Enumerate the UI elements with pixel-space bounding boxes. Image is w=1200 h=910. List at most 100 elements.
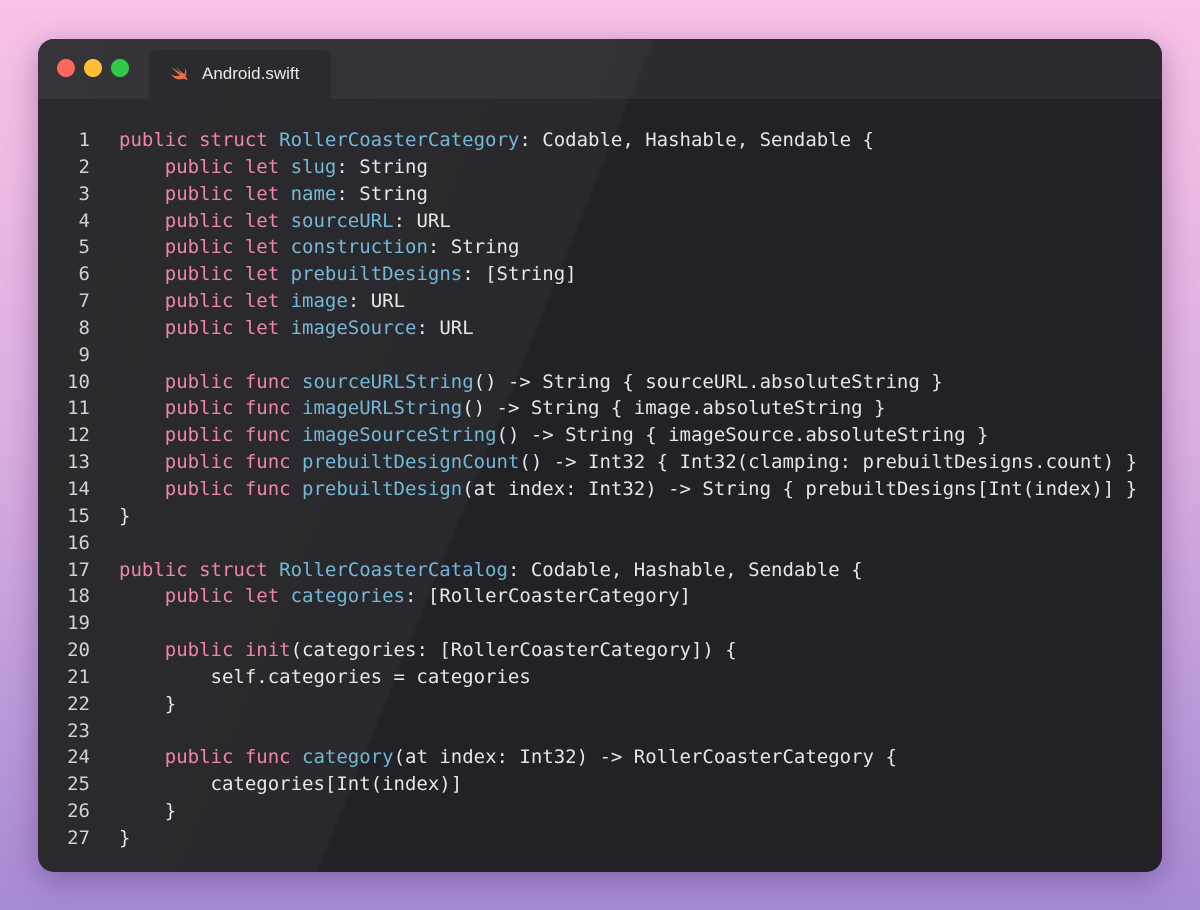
plain-token: () -> String { image.absoluteString } [462, 397, 886, 420]
plain-token: (at index: Int32) -> String { prebuiltDe… [462, 477, 1138, 500]
identifier-token: sourceURL [290, 209, 394, 232]
code-line: 6 public let prebuiltDesigns: [String] [38, 261, 1162, 288]
code-text: public struct RollerCoasterCategory: Cod… [119, 127, 874, 154]
line-number: 11 [67, 397, 90, 420]
identifier-token: prebuiltDesignCount [302, 451, 520, 474]
keyword-token: public let [164, 155, 291, 178]
plain-token: } [119, 826, 131, 849]
code-text: public let slug: String [119, 154, 428, 181]
line-number: 7 [78, 290, 90, 313]
line-number: 16 [67, 531, 90, 554]
line-number: 4 [78, 209, 90, 232]
identifier-token: construction [290, 236, 428, 259]
code-line: 24 public func category(at index: Int32)… [38, 744, 1162, 771]
keyword-token: public func [164, 424, 303, 447]
code-line: 22 } [38, 691, 1162, 718]
identifier-token: prebuiltDesign [302, 477, 463, 500]
line-number: 19 [67, 612, 90, 635]
close-window-button[interactable] [57, 59, 75, 77]
line-number: 25 [67, 773, 90, 796]
code-line: 19 [38, 610, 1162, 637]
code-line: 7 public let image: URL [38, 288, 1162, 315]
minimize-window-button[interactable] [84, 59, 102, 77]
code-line: 11 public func imageURLString() -> Strin… [38, 395, 1162, 422]
line-number: 15 [67, 504, 90, 527]
code-line: 1 public struct RollerCoasterCategory: Co… [38, 127, 1162, 154]
line-number: 17 [67, 558, 90, 581]
code-line: 13 public func prebuiltDesignCount() -> … [38, 449, 1162, 476]
plain-token: : [RollerCoasterCategory] [405, 585, 691, 608]
keyword-token: public init [164, 639, 291, 662]
code-line: 2 public let slug: String [38, 154, 1162, 181]
line-number: 21 [67, 665, 90, 688]
line-number: 6 [78, 263, 90, 286]
line-number: 20 [67, 639, 90, 662]
plain-token: : URL [416, 316, 474, 339]
plain-token: : Codable, Hashable, Sendable { [519, 129, 874, 151]
code-text: self.categories = categories [119, 664, 531, 691]
keyword-token: public let [164, 209, 291, 232]
plain-token: categories[Int(index)] [119, 773, 463, 796]
line-number: 22 [67, 692, 90, 715]
code-text: public let construction: String [119, 234, 520, 261]
code-line: 15} [38, 503, 1162, 530]
keyword-token: public let [164, 236, 291, 259]
line-number: 5 [78, 236, 90, 259]
identifier-token: imageSourceString [302, 424, 497, 447]
file-tab[interactable]: Android.swift [149, 50, 331, 99]
keyword-token: public func [164, 370, 303, 393]
zoom-window-button[interactable] [111, 59, 129, 77]
identifier-token: sourceURLString [302, 370, 474, 393]
line-number: 13 [67, 451, 90, 474]
keyword-token: public let [164, 290, 291, 313]
plain-token: : Codable, Hashable, Sendable { [507, 558, 863, 581]
identifier-token: imageSource [290, 316, 417, 339]
code-text: public func imageSourceString() -> Strin… [119, 422, 989, 449]
line-number: 8 [78, 316, 90, 339]
code-text: } [119, 503, 130, 530]
code-line: 14 public func prebuiltDesign(at index: … [38, 476, 1162, 503]
plain-token: self.categories = categories [119, 665, 531, 688]
code-line: 4 public let sourceURL: URL [38, 208, 1162, 235]
code-line: 27} [38, 825, 1162, 852]
code-line: 10 public func sourceURLString() -> Stri… [38, 369, 1162, 396]
code-editor[interactable]: 1 public struct RollerCoasterCategory: Co… [38, 127, 1162, 852]
code-text: public func category(at index: Int32) ->… [119, 744, 897, 771]
identifier-token: imageURLString [302, 397, 463, 420]
keyword-token: public struct [119, 558, 280, 581]
line-number: 12 [67, 424, 90, 447]
editor-window: Android.swift 1 public struct RollerCoast… [38, 39, 1162, 872]
line-number: 3 [78, 182, 90, 205]
code-text: public init(categories: [RollerCoasterCa… [119, 637, 737, 664]
keyword-token: public func [164, 477, 303, 500]
code-line: 3 public let name: String [38, 181, 1162, 208]
identifier-token: image [290, 290, 348, 313]
plain-token: } [119, 692, 177, 715]
code-line: 5 public let construction: String [38, 234, 1162, 261]
identifier-token: name [290, 182, 337, 205]
code-text: public let sourceURL: URL [119, 208, 451, 235]
code-text: public let image: URL [119, 288, 405, 315]
code-line: 25 categories[Int(index)] [38, 771, 1162, 798]
code-line: 18 public let categories: [RollerCoaster… [38, 583, 1162, 610]
plain-token: : String [427, 236, 520, 259]
identifier-token: RollerCoasterCatalog [279, 558, 508, 581]
line-number: 26 [67, 800, 90, 823]
keyword-token: public func [164, 451, 303, 474]
identifier-token: RollerCoasterCategory [279, 129, 520, 151]
code-line: 17 public struct RollerCoasterCatalog: Co… [38, 557, 1162, 584]
line-number: 18 [67, 585, 90, 608]
code-text: public let prebuiltDesigns: [String] [119, 261, 577, 288]
